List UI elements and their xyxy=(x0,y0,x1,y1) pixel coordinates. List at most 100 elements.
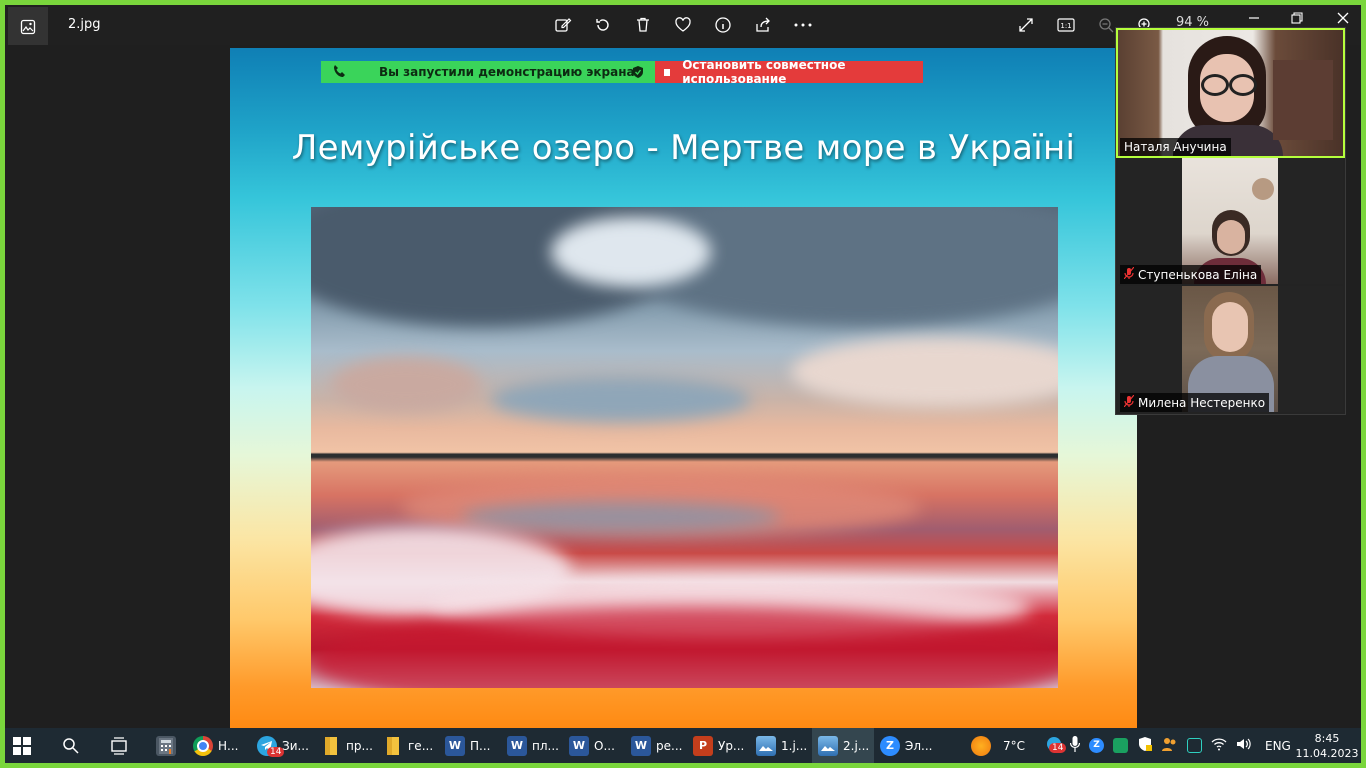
weather-temperature: 7°C xyxy=(1003,738,1026,753)
share-icon[interactable] xyxy=(752,15,774,35)
taskbar-item-label: пл... xyxy=(532,738,559,753)
folder-icon xyxy=(383,736,403,756)
participants-panel: Наталя Анучина Ступенькова Еліна Милена xyxy=(1115,27,1346,415)
taskbar-item-chrome[interactable]: Н... xyxy=(193,728,238,763)
chrome-icon xyxy=(193,735,213,756)
volume-icon[interactable] xyxy=(1236,737,1252,754)
taskbar-item-photos-active[interactable]: 2.j... xyxy=(812,728,874,763)
telegram-tray-icon[interactable]: 14 xyxy=(1047,737,1067,754)
powerpoint-icon: P xyxy=(693,735,713,756)
taskbar-calculator[interactable] xyxy=(156,728,176,763)
zoom-icon: Z xyxy=(880,735,900,756)
search-button[interactable] xyxy=(62,728,80,763)
taskbar-item-label: 1.j... xyxy=(781,738,808,753)
participant-name: Наталя Анучина xyxy=(1124,140,1227,154)
taskbar-item-word[interactable]: W пл... xyxy=(507,728,559,763)
taskbar-item-label: О... xyxy=(594,738,615,753)
zoom-out-icon[interactable] xyxy=(1095,15,1117,35)
photos-app-icon[interactable] xyxy=(8,7,48,47)
sharing-text: Вы запустили демонстрацию экрана xyxy=(379,65,635,79)
taskbar-item-label: 2.j... xyxy=(843,738,870,753)
taskbar-item-word[interactable]: W О... xyxy=(569,728,615,763)
taskbar-item-label: Н... xyxy=(218,738,239,753)
word-icon: W xyxy=(631,735,651,756)
slide-title: Лемурійське озеро - Мертве море в Україн… xyxy=(291,128,1076,168)
search-icon xyxy=(63,737,79,754)
clock[interactable]: 8:45 11.04.2023 xyxy=(1295,728,1359,763)
participant-name: Милена Нестеренко xyxy=(1138,395,1266,410)
photos-icon xyxy=(756,735,776,756)
telegram-badge: 14 xyxy=(267,747,285,757)
start-button[interactable] xyxy=(13,728,31,763)
taskbar-item-word[interactable]: W П... xyxy=(445,728,490,763)
taskbar-item-label: пр... xyxy=(346,738,373,753)
file-name: 2.jpg xyxy=(68,17,101,32)
wifi-icon[interactable] xyxy=(1211,737,1227,754)
calculator-icon xyxy=(156,735,176,756)
taskbar-item-label: Ур... xyxy=(718,738,745,753)
mic-muted-icon xyxy=(1123,266,1135,282)
participant-name-tag: Наталя Анучина xyxy=(1120,138,1231,156)
rotate-icon[interactable] xyxy=(592,15,614,35)
participant-tile[interactable]: Ступенькова Еліна xyxy=(1118,158,1343,284)
mic-muted-icon xyxy=(1123,394,1135,410)
participant-tile[interactable]: Милена Нестеренко xyxy=(1118,286,1343,412)
taskbar-item-zoom[interactable]: Z Эл... xyxy=(880,728,933,763)
system-tray: 14 Z xyxy=(1047,728,1252,763)
actual-size-icon[interactable]: 1:1 xyxy=(1055,15,1077,35)
clock-date: 11.04.2023 xyxy=(1295,746,1359,760)
delete-icon[interactable] xyxy=(632,15,654,35)
taskbar-item-telegram[interactable]: 14 Зи... xyxy=(257,728,309,763)
folder-icon xyxy=(321,736,341,756)
language-indicator[interactable]: ENG xyxy=(1265,728,1291,763)
shield-icon xyxy=(632,65,644,82)
participant-name: Ступенькова Еліна xyxy=(1138,267,1258,282)
taskbar-item-powerpoint[interactable]: P Ур... xyxy=(693,728,744,763)
sharing-status[interactable]: Вы запустили демонстрацию экрана xyxy=(321,61,655,83)
participant-tile[interactable]: Наталя Анучина xyxy=(1116,28,1345,158)
presentation-slide: Лемурійське озеро - Мертве море в Україн… xyxy=(230,48,1137,728)
green-app-tray-icon[interactable] xyxy=(1113,738,1128,753)
task-view-icon xyxy=(111,736,127,755)
more-options-icon[interactable] xyxy=(792,15,814,35)
taskbar-item-label: ре... xyxy=(656,738,683,753)
info-icon[interactable] xyxy=(712,15,734,35)
word-icon: W xyxy=(569,735,589,756)
update-tray-icon[interactable] xyxy=(1187,738,1202,753)
close-icon[interactable] xyxy=(1330,8,1356,28)
screen-share-bar: Вы запустили демонстрацию экрана Останов… xyxy=(321,58,923,86)
favorite-icon[interactable] xyxy=(672,15,694,35)
taskbar-item-word[interactable]: W ре... xyxy=(631,728,682,763)
taskbar-item-folder[interactable]: пр... xyxy=(321,728,373,763)
microphone-icon[interactable] xyxy=(1069,736,1081,755)
word-icon: W xyxy=(445,735,465,756)
security-tray-icon[interactable] xyxy=(1137,736,1153,755)
participant-name-tag: Милена Нестеренко xyxy=(1120,393,1270,412)
windows-logo-icon xyxy=(13,736,31,755)
tray-badge: 14 xyxy=(1049,743,1067,753)
taskbar-item-label: Эл... xyxy=(905,738,933,753)
taskbar-item-label: П... xyxy=(470,738,491,753)
photos-icon xyxy=(818,735,838,756)
sun-icon xyxy=(971,735,991,756)
word-icon: W xyxy=(507,735,527,756)
lake-photo xyxy=(311,207,1058,688)
taskbar-item-photos[interactable]: 1.j... xyxy=(756,728,807,763)
stop-sharing-button[interactable]: Остановить совместное использование xyxy=(655,58,923,86)
taskbar-item-label: ге... xyxy=(408,738,434,753)
people-tray-icon[interactable] xyxy=(1162,736,1178,755)
weather-widget[interactable]: 7°C xyxy=(971,728,1025,763)
fullscreen-icon[interactable] xyxy=(1015,15,1037,35)
restore-icon[interactable] xyxy=(1284,8,1310,28)
language-label: ENG xyxy=(1265,738,1291,753)
svg-text:1:1: 1:1 xyxy=(1060,22,1071,30)
taskbar-item-label: Зи... xyxy=(282,738,309,753)
task-view-button[interactable] xyxy=(110,728,128,763)
zoom-tray-icon[interactable]: Z xyxy=(1089,738,1104,753)
phone-icon xyxy=(333,64,345,81)
edit-image-icon[interactable] xyxy=(552,15,574,35)
stop-icon xyxy=(664,68,671,76)
clock-time: 8:45 xyxy=(1314,731,1340,745)
taskbar-item-folder[interactable]: ге... xyxy=(383,728,433,763)
minimize-icon[interactable] xyxy=(1241,8,1267,28)
